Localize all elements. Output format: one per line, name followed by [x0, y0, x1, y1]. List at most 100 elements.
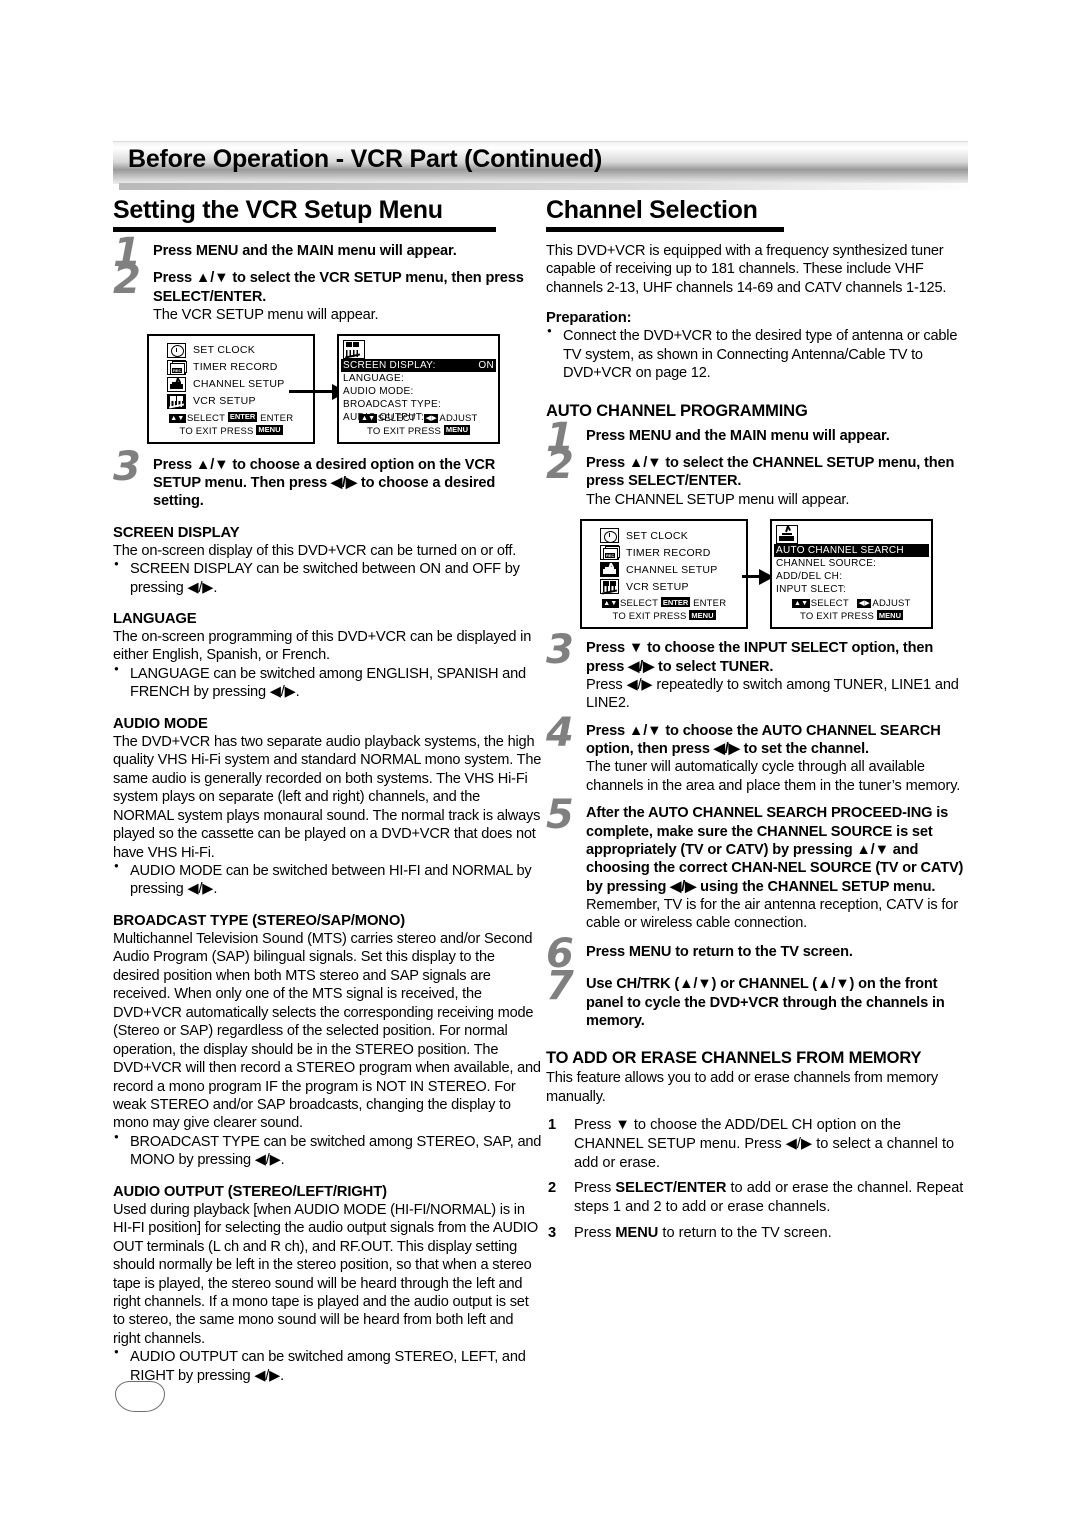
subsection-body: The DVD+VCR has two separate audio playb…: [113, 733, 542, 861]
header-shadow: [119, 183, 974, 190]
mini-step-number: 3: [548, 1224, 557, 1241]
osd-menu-item-label: SET CLOCK: [626, 529, 689, 542]
osd-option-row: CHANNEL SOURCE:: [776, 557, 927, 570]
dpad-updown-icon: ▲▼: [601, 599, 619, 609]
preparation-heading: Preparation:: [546, 310, 632, 327]
osd-vcr-setup-panel: SCREEN DISPLAY: ON LANGUAGE: AUDIO MODE:…: [337, 333, 500, 444]
osd-hint-exit: TO EXIT PRESS: [612, 611, 687, 623]
step-item: 1 Press MENU and the MAIN menu will appe…: [113, 233, 543, 273]
osd-hint-select: SELECT: [186, 412, 225, 424]
mini-step-item: 2 Press SELECT/ENTER to add or erase the …: [546, 1179, 974, 1216]
subsection-bullet: AUDIO MODE can be switched between HI-FI…: [113, 861, 543, 899]
osd-menu-item-label: TIMER RECORD: [626, 546, 711, 559]
subsection-heading: SCREEN DISPLAY: [113, 524, 240, 541]
osd-hint-exit: TO EXIT PRESS: [800, 611, 875, 623]
mini-step-text-before: Press: [574, 1224, 616, 1241]
mini-step-text-after: to return to the TV screen.: [658, 1224, 832, 1241]
osd-menu-item-selected: VCR SETUP: [167, 393, 313, 410]
osd-menu-item-selected: CHANNEL SETUP: [600, 561, 746, 578]
step-item: 1 Press MENU and the MAIN menu will appe…: [546, 418, 974, 458]
clock-icon: [600, 528, 619, 544]
osd-main-menu-panel: SET CLOCK REC TIMER RECORD CHANNEL SETUP: [147, 333, 315, 444]
right-section-rule: [546, 227, 784, 232]
page-number-badge: [115, 1381, 165, 1412]
menu-key-icon: MENU: [876, 610, 903, 621]
step-bold-text: After the AUTO CHANNEL SEARCH PROCEED-IN…: [586, 805, 964, 895]
osd-hint-select: SELECT: [619, 598, 658, 610]
dpad-leftright-icon: ◀▶: [424, 413, 439, 423]
osd-option-value: ON: [478, 359, 494, 371]
osd-option-label: BROADCAST TYPE:: [343, 398, 442, 410]
step-bold-text: Press ▲/▼ to choose the AUTO CHANNEL SEA…: [586, 722, 941, 758]
osd-option-row-highlighted: SCREEN DISPLAY: ON: [341, 358, 496, 372]
step-item: 3 Press ▲/▼ to choose a desired option o…: [113, 447, 543, 511]
osd-menu-item: SET CLOCK: [167, 342, 313, 359]
osd-option-label: CHANNEL SOURCE:: [776, 558, 877, 570]
step-number: 2: [113, 257, 141, 304]
mini-step-text: Press ▼ to choose the ADD/DEL CH option …: [574, 1117, 955, 1171]
subsection-body: Multichannel Television Sound (MTS) carr…: [113, 930, 541, 1132]
osd-hint-exit: TO EXIT PRESS: [179, 425, 254, 437]
enter-key-icon: ENTER: [660, 597, 691, 608]
osd-option-label: AUDIO MODE:: [343, 385, 414, 397]
channel-setup-osd-diagram: SET CLOCK REC TIMER RECORD CHANNEL SETUP: [546, 519, 974, 631]
left-section-title: Setting the VCR Setup Menu: [113, 196, 443, 224]
menu-key-icon: MENU: [256, 424, 283, 435]
osd-hint-select: SELECT: [377, 412, 416, 424]
step-bold-text: Press ▼ to choose the INPUT SELECT optio…: [586, 640, 934, 675]
step-normal-text: Press ◀/▶ repeatedly to switch among TUN…: [586, 676, 959, 712]
osd-footer-hints: ▲▼ SELECT ENTER ENTER TO EXIT PRESS MENU: [149, 411, 313, 438]
subsection-body: The on-screen display of this DVD+VCR ca…: [113, 542, 517, 559]
osd-menu-item-label: CHANNEL SETUP: [193, 378, 285, 390]
subsection-bullet: LANGUAGE can be switched among ENGLISH, …: [113, 664, 543, 702]
step-normal-text: The tuner will automatically cycle throu…: [586, 759, 961, 794]
osd-hint-enter: ENTER: [693, 598, 727, 610]
vcr-setup-osd-diagram: SET CLOCK REC TIMER RECORD CHANNEL SETUP: [113, 333, 543, 446]
osd-menu-item: REC TIMER RECORD: [167, 359, 313, 376]
subsection-bullet: SCREEN DISPLAY can be switched between O…: [113, 559, 543, 597]
auto-channel-programming-heading: AUTO CHANNEL PROGRAMMING: [546, 401, 808, 420]
dpad-updown-icon: ▲▼: [792, 599, 810, 609]
osd-menu-item-label: CHANNEL SETUP: [626, 563, 718, 576]
add-erase-channels-heading: TO ADD OR ERASE CHANNELS FROM MEMORY: [546, 1049, 922, 1068]
right-column: Channel Selection This DVD+VCR is equipp…: [546, 196, 974, 1249]
step-item: 2 Press ▲/▼ to select the CHANNEL SETUP …: [546, 445, 974, 509]
subsection-bullet: AUDIO OUTPUT can be switched among STERE…: [113, 1347, 543, 1385]
mini-step-emphasis: MENU: [615, 1224, 659, 1241]
step-number: 7: [546, 963, 574, 1010]
subsection-body: The on-screen programming of this DVD+VC…: [113, 628, 532, 664]
mini-step-item: 3 Press MENU to return to the TV screen.: [546, 1224, 974, 1243]
osd-hint-adjust: ADJUST: [439, 412, 478, 424]
step-item: 2 Press ▲/▼ to select the VCR SETUP menu…: [113, 260, 543, 324]
osd-menu-item: SET CLOCK: [600, 527, 746, 544]
add-erase-channels-body: This feature allows you to add or erase …: [546, 1070, 938, 1105]
flow-arrow-icon: [742, 569, 774, 586]
dpad-leftright-icon: ◀▶: [857, 599, 872, 609]
osd-menu-item: REC TIMER RECORD: [600, 544, 746, 561]
step-normal-text: Remember, TV is for the air antenna rece…: [586, 897, 958, 932]
step-normal-text: The VCR SETUP menu will appear.: [153, 307, 379, 324]
step-item: 4 Press ▲/▼ to choose the AUTO CHANNEL S…: [546, 713, 974, 796]
mini-step-number: 2: [548, 1180, 557, 1197]
osd-option-label: LANGUAGE:: [343, 372, 405, 384]
vcr-icon: [167, 393, 186, 409]
osd-menu-item: VCR SETUP: [600, 578, 746, 595]
osd-option-row: BROADCAST TYPE:: [343, 398, 494, 411]
left-section-rule: [113, 227, 496, 232]
step-number: 5: [546, 792, 574, 839]
osd-menu-item-label: TIMER RECORD: [193, 361, 278, 373]
page-title: Before Operation - VCR Part (Continued): [128, 145, 603, 173]
step-bold-text: Press ▲/▼ to select the CHANNEL SETUP me…: [586, 455, 955, 490]
antenna-tv-icon: [600, 562, 619, 578]
step-item: 7 Use CH/TRK (▲/▼) or CHANNEL (▲/▼) on t…: [546, 966, 974, 1030]
step-bold-text: Press ▲/▼ to choose a desired option on …: [153, 456, 496, 510]
osd-menu-item-label: VCR SETUP: [193, 395, 256, 407]
mini-step-text-before: Press: [574, 1180, 616, 1197]
step-bold-text: Press ▲/▼ to select the VCR SETUP menu, …: [153, 270, 524, 305]
osd-option-label: INPUT SLECT:: [776, 584, 847, 596]
osd-hint-select: SELECT: [810, 598, 849, 610]
step-normal-text: The CHANNEL SETUP menu will appear.: [586, 491, 850, 508]
subsection-heading: AUDIO MODE: [113, 715, 208, 732]
left-column: Setting the VCR Setup Menu 1 Press MENU …: [113, 196, 543, 1385]
mini-step-emphasis: SELECT/ENTER: [615, 1180, 727, 1197]
